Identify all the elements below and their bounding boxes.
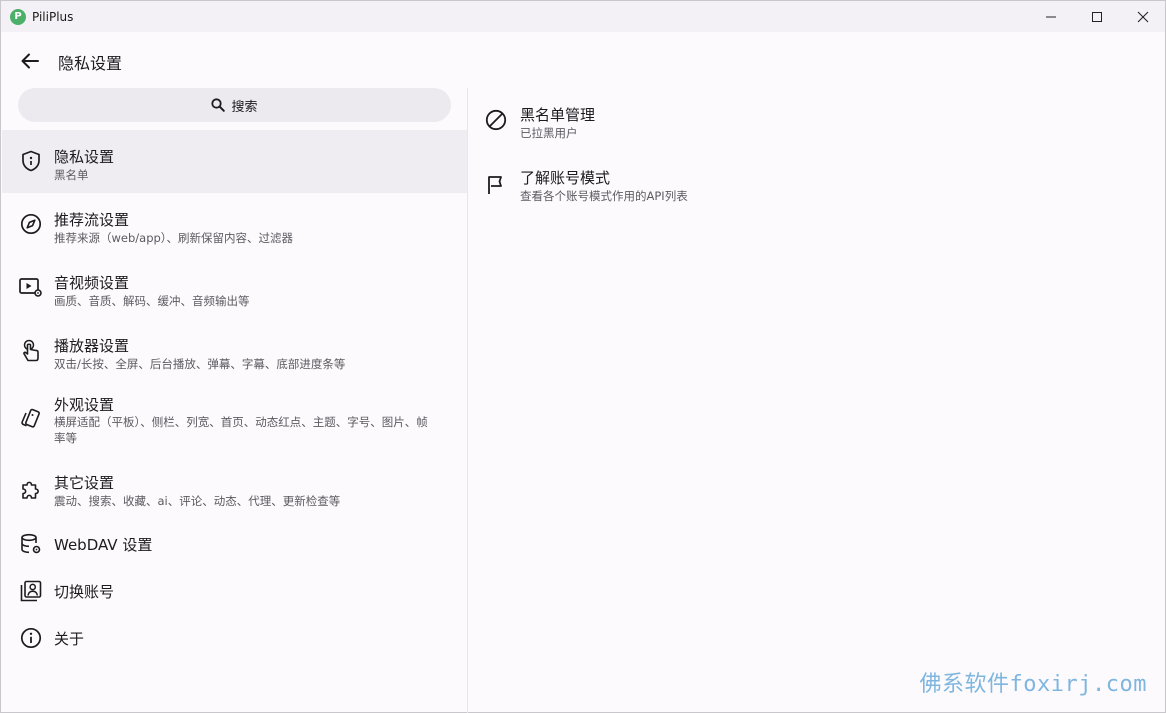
database-settings-icon <box>19 532 43 556</box>
settings-item-title: 外观设置 <box>54 396 115 414</box>
settings-item-title: 切换账号 <box>54 583 115 601</box>
minimize-button[interactable] <box>1028 1 1074 32</box>
settings-item-about[interactable]: 关于 <box>2 616 467 663</box>
search-label: 搜索 <box>231 99 258 115</box>
settings-item-subtitle: 黑名单 <box>54 168 89 182</box>
settings-item-title: 音视频设置 <box>54 274 130 292</box>
page-title: 隐私设置 <box>58 54 123 73</box>
back-button[interactable] <box>17 48 43 74</box>
settings-item-subtitle: 震动、搜索、收藏、ai、评论、动态、代理、更新检查等 <box>54 494 341 508</box>
settings-item-title: 关于 <box>54 630 85 648</box>
detail-item-title: 了解账号模式 <box>520 169 611 187</box>
settings-item-title: 其它设置 <box>54 474 115 492</box>
app-window: P PiliPlus 隐私设置 搜索 隐私设置 黑名单 推荐流设置 推荐来源（w… <box>0 0 1166 713</box>
settings-list: 隐私设置 黑名单 推荐流设置 推荐来源（web/app）、刷新保留内容、过滤器 … <box>2 130 467 663</box>
settings-item-subtitle: 推荐来源（web/app）、刷新保留内容、过滤器 <box>54 231 294 245</box>
account-mode-item[interactable]: 了解账号模式 查看各个账号模式作用的API列表 <box>468 156 1166 216</box>
info-icon <box>19 626 43 650</box>
settings-item-recommend[interactable]: 推荐流设置 推荐来源（web/app）、刷新保留内容、过滤器 <box>2 193 467 256</box>
settings-item-title: 播放器设置 <box>54 337 130 355</box>
maximize-icon <box>1092 11 1102 22</box>
settings-item-switch-account[interactable]: 切换账号 <box>2 569 467 616</box>
minimize-icon <box>1046 16 1056 17</box>
maximize-button[interactable] <box>1074 1 1120 32</box>
settings-item-webdav[interactable]: WebDAV 设置 <box>2 522 467 569</box>
search-bar[interactable]: 搜索 <box>18 88 451 122</box>
search-icon <box>211 98 226 112</box>
blacklist-manage-item[interactable]: 黑名单管理 已拉黑用户 <box>468 93 1166 153</box>
title-bar: P PiliPlus <box>1 1 1165 32</box>
settings-item-subtitle: 横屏适配（平板）、侧栏、列宽、首页、动态红点、主题、字号、图片、帧率等 <box>54 415 428 445</box>
settings-item-subtitle: 双击/长按、全屏、后台播放、弹幕、字幕、底部进度条等 <box>54 357 346 371</box>
app-logo-icon: P <box>10 8 26 25</box>
flag-icon <box>484 173 508 197</box>
watermark: 佛系软件foxirj.com <box>919 672 1147 697</box>
shield-icon <box>19 149 43 173</box>
compass-icon <box>19 212 43 236</box>
settings-item-title: WebDAV 设置 <box>54 536 153 554</box>
settings-item-title: 推荐流设置 <box>54 211 130 229</box>
video-settings-icon <box>19 275 43 299</box>
account-box-icon <box>19 579 43 603</box>
close-button[interactable] <box>1120 1 1166 32</box>
style-icon <box>19 407 43 431</box>
app-title: PiliPlus <box>32 9 74 24</box>
extension-icon <box>19 478 43 502</box>
detail-item-subtitle: 已拉黑用户 <box>520 126 578 140</box>
settings-item-appearance[interactable]: 外观设置 横屏适配（平板）、侧栏、列宽、首页、动态红点、主题、字号、图片、帧率等 <box>2 382 467 458</box>
settings-item-privacy[interactable]: 隐私设置 黑名单 <box>2 130 467 193</box>
detail-item-title: 黑名单管理 <box>520 106 596 124</box>
settings-item-other[interactable]: 其它设置 震动、搜索、收藏、ai、评论、动态、代理、更新检查等 <box>2 458 467 522</box>
settings-item-subtitle: 画质、音质、解码、缓冲、音频输出等 <box>54 294 250 308</box>
arrow-back-icon <box>21 53 39 69</box>
block-icon <box>484 108 508 132</box>
close-icon <box>1137 11 1149 22</box>
settings-item-audio-video[interactable]: 音视频设置 画质、音质、解码、缓冲、音频输出等 <box>2 256 467 320</box>
detail-item-subtitle: 查看各个账号模式作用的API列表 <box>520 189 688 203</box>
settings-item-player[interactable]: 播放器设置 双击/长按、全屏、后台播放、弹幕、字幕、底部进度条等 <box>2 320 467 382</box>
touch-icon <box>19 339 43 363</box>
settings-item-title: 隐私设置 <box>54 148 115 166</box>
